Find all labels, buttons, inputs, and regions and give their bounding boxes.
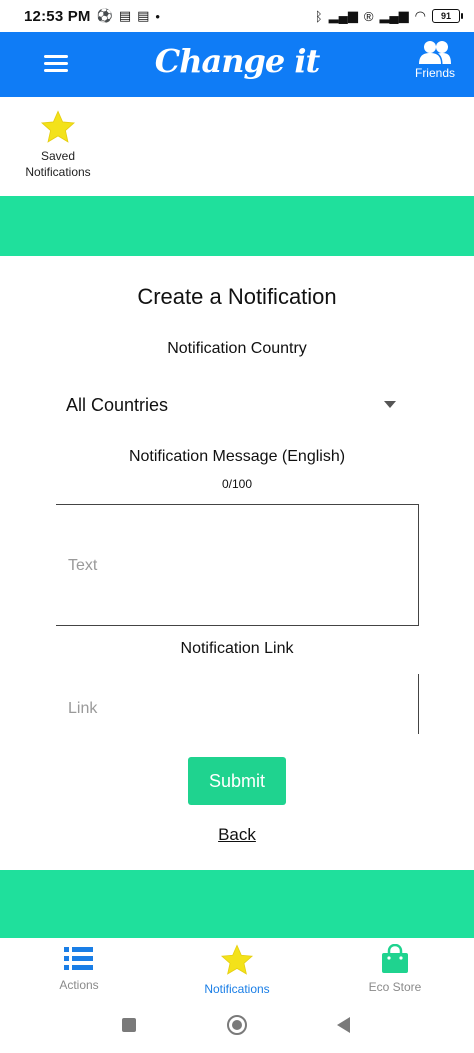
- status-time: 12:53 PM: [24, 7, 91, 25]
- link-field-box: [56, 674, 419, 734]
- green-banner-bottom: [0, 870, 474, 938]
- status-left: 12:53 PM ⚽ ▤ ▤ •: [24, 8, 160, 25]
- wifi-icon: ◠: [414, 8, 426, 23]
- soccer-ball-icon: ⚽: [96, 8, 113, 23]
- system-nav-bar: [0, 1002, 474, 1053]
- registered-icon: ®: [363, 8, 374, 24]
- brand-logo: Change it: [154, 42, 321, 80]
- bluetooth-icon: ᛒ: [314, 8, 323, 24]
- dot-icon: •: [155, 8, 160, 24]
- status-bar: 12:53 PM ⚽ ▤ ▤ • ᛒ ▂▄▆ ® ▂▄▆ ◠ 91: [0, 0, 474, 32]
- people-icon: [419, 41, 451, 64]
- link-label: Notification Link: [180, 640, 294, 657]
- saved-notifications-label: Saved Notifications: [25, 149, 91, 179]
- saved-notifications-button[interactable]: Saved Notifications: [18, 110, 98, 180]
- friends-label: Friends: [414, 66, 455, 80]
- signal-icon: ▂▄▆: [379, 8, 409, 23]
- nav-label-notifications: Notifications: [204, 982, 270, 996]
- page-title: Create a Notification: [137, 284, 337, 309]
- link-input[interactable]: [56, 674, 418, 734]
- message-field-box: [56, 504, 419, 626]
- news-icon: ▤: [118, 8, 132, 23]
- recent-apps-icon[interactable]: [122, 1018, 136, 1032]
- signal-icon: ▂▄▆: [328, 8, 358, 23]
- country-select[interactable]: All Countries: [56, 388, 406, 422]
- home-icon[interactable]: [227, 1015, 247, 1035]
- bottom-nav: Actions Notifications Eco Store: [0, 938, 474, 1002]
- nav-label-eco-store: Eco Store: [368, 980, 422, 994]
- char-count: 0/100: [221, 477, 253, 491]
- nav-item-notifications[interactable]: Notifications: [158, 938, 316, 1002]
- nav-label-actions: Actions: [59, 978, 99, 992]
- message-input[interactable]: [56, 505, 418, 625]
- submit-button[interactable]: Submit: [188, 757, 286, 805]
- back-link[interactable]: Back: [0, 825, 474, 845]
- app-header: Change it Friends: [0, 32, 474, 97]
- star-icon: [40, 110, 76, 143]
- nav-item-actions[interactable]: Actions: [0, 938, 158, 1002]
- shopping-bag-icon: [382, 944, 408, 973]
- country-select-value: All Countries: [66, 394, 169, 415]
- battery-icon: 91: [432, 9, 463, 23]
- list-icon: [64, 947, 93, 970]
- nav-item-eco-store[interactable]: Eco Store: [316, 938, 474, 1002]
- status-right: ᛒ ▂▄▆ ® ▂▄▆ ◠ 91: [314, 8, 463, 24]
- friends-button[interactable]: Friends: [410, 40, 460, 92]
- back-icon[interactable]: [337, 1017, 350, 1033]
- message-label: Notification Message (English): [128, 448, 346, 465]
- battery-level: 91: [440, 11, 451, 21]
- green-banner-top: [0, 196, 474, 256]
- news-icon: ▤: [137, 8, 150, 23]
- dropdown-caret-icon: [384, 401, 396, 408]
- star-icon: [220, 944, 254, 975]
- country-label: Notification Country: [167, 340, 307, 357]
